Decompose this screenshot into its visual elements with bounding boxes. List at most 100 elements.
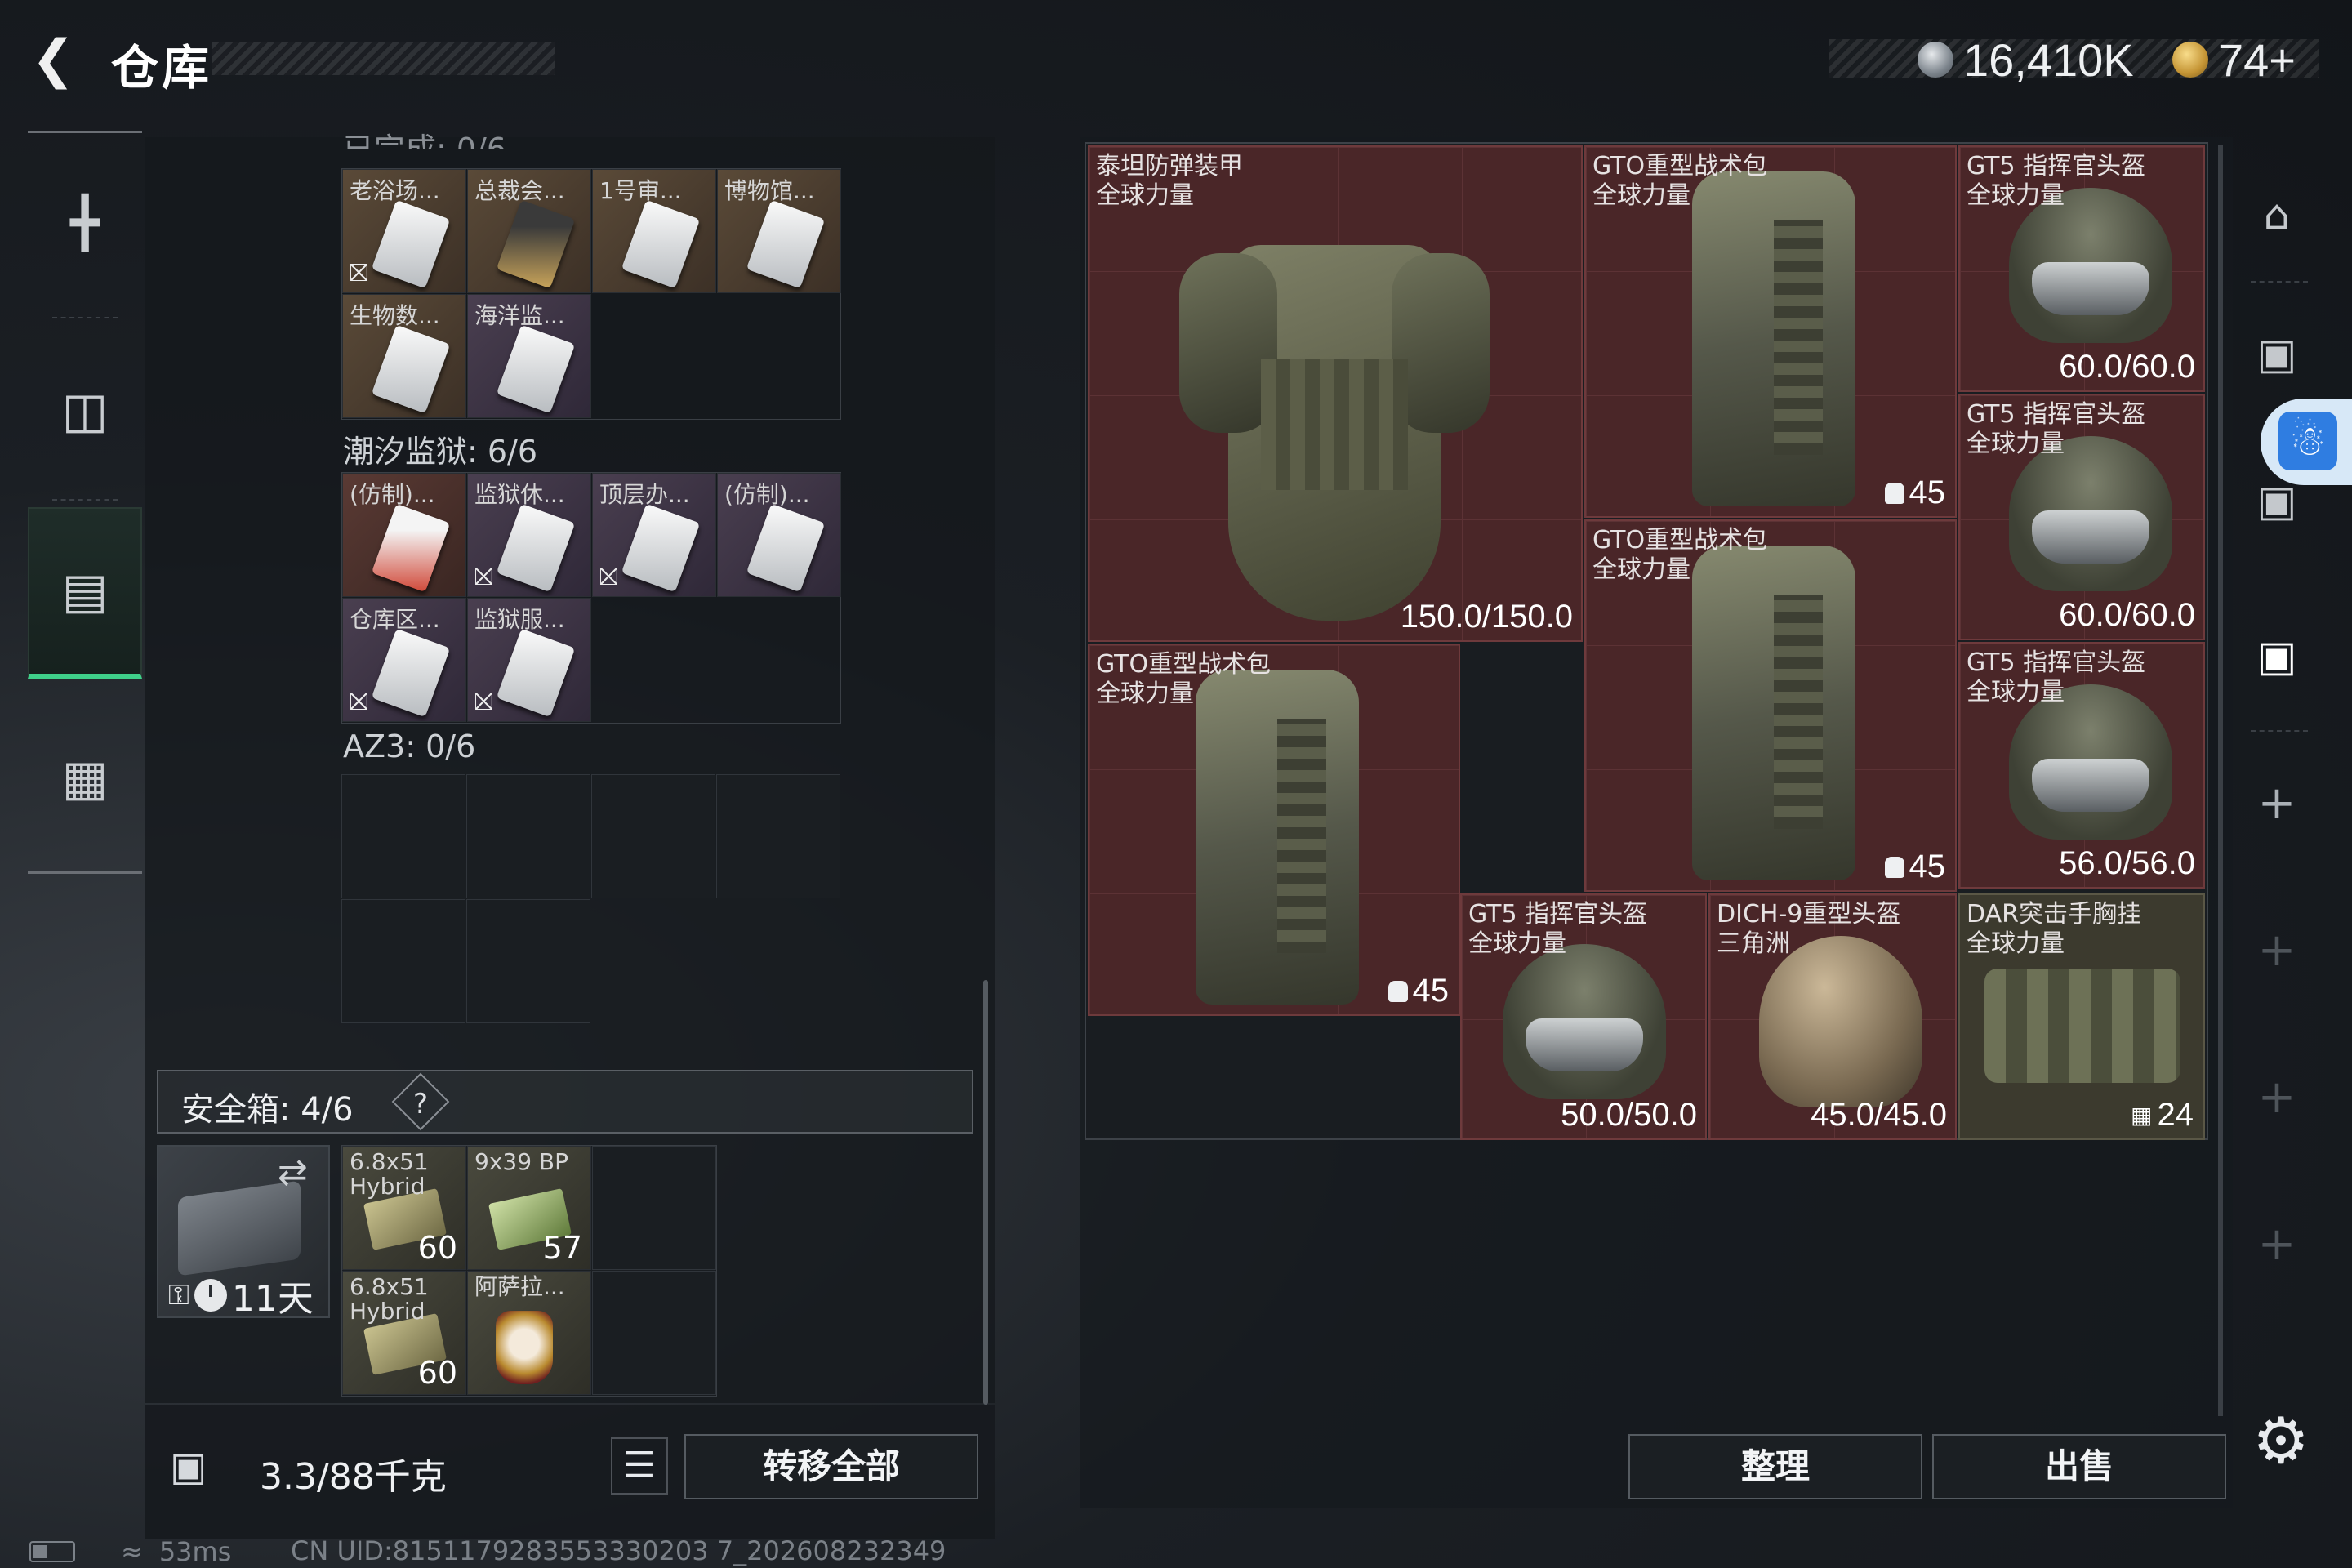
add-stash-button[interactable]: + <box>2236 1073 2318 1122</box>
keycard-item[interactable]: (仿制)... <box>717 473 841 597</box>
empty-slot[interactable] <box>591 774 715 898</box>
collection-grid-1: 老浴场... ⛝ 总裁会... 1号审... 博物馆... 生物数... 海洋监.… <box>341 168 841 420</box>
keycard-icon <box>371 199 451 289</box>
warehouse-icon: ⌂ <box>2263 191 2291 240</box>
keycard-icon <box>371 628 451 718</box>
ammo-item[interactable]: 6.8x51 Hybrid 60 <box>342 1271 466 1395</box>
item-label: 6.8x51 Hybrid <box>350 1148 429 1200</box>
stash-item-helmet[interactable]: GT5 指挥官头盔 全球力量 60.0/60.0 <box>1958 145 2205 392</box>
left-scrollbar[interactable] <box>983 980 988 1405</box>
stash-slot-icon: ▣ <box>2256 330 2297 379</box>
durability-value: 56.0/56.0 <box>2059 845 2195 881</box>
page-title: 仓库 <box>111 40 213 96</box>
accessibility-button[interactable]: ☃ <box>2261 399 2352 485</box>
sort-button[interactable]: 整理 <box>1628 1434 1922 1499</box>
add-stash-button[interactable]: + <box>2236 779 2318 828</box>
add-stash-button[interactable]: + <box>2236 926 2318 975</box>
backpack-icon: ◫ <box>61 382 109 439</box>
keycard-item[interactable]: 生物数... <box>342 294 466 418</box>
stash-tab-2[interactable]: ▣ <box>2236 322 2318 387</box>
keycard-item[interactable]: 海洋监... <box>467 294 591 418</box>
keycard-item[interactable]: 博物馆... <box>717 169 841 293</box>
no-insure-icon: ⛝ <box>599 563 618 591</box>
stash-item-helmet[interactable]: DICH-9重型头盔 三角洲 45.0/45.0 <box>1708 893 1957 1140</box>
keycard-icon <box>496 503 576 593</box>
item-label: 仓库区... <box>350 606 440 633</box>
keycard-item[interactable]: 老浴场... ⛝ <box>342 169 466 293</box>
weight-value: 3.3/88千克 <box>260 1456 447 1498</box>
ping-value: 53ms <box>158 1536 232 1567</box>
keycard-icon <box>621 503 701 593</box>
empty-slot[interactable] <box>592 1146 716 1270</box>
stash-item-chest-rig[interactable]: DAR突击手胸挂 全球力量 ▦ 24 <box>1958 893 2205 1140</box>
durability-value: 60.0/60.0 <box>2059 597 2195 633</box>
collectible-item[interactable]: 阿萨拉... <box>467 1271 591 1395</box>
collection-label-cut: 已完成: 0/6 <box>343 124 506 149</box>
keycard-item[interactable]: 仓库区... ⛝ <box>342 598 466 722</box>
sell-button[interactable]: 出售 <box>1932 1434 2226 1499</box>
plus-icon: + <box>2257 1218 2296 1271</box>
empty-slot[interactable] <box>466 899 590 1023</box>
empty-slot[interactable] <box>716 774 840 898</box>
ammo-item[interactable]: 9x39 BP 57 <box>467 1146 591 1270</box>
helmet-image <box>2009 684 2172 840</box>
user-uid: CN UID:8151179283553330203 7_20260823234… <box>291 1535 947 1566</box>
stash-item-backpack[interactable]: GTO重型战术包 全球力量 45 <box>1584 145 1957 518</box>
empty-slot[interactable] <box>341 774 466 898</box>
item-label: 监狱服... <box>474 606 565 633</box>
list-icon: ☰ <box>623 1445 656 1486</box>
prison-section-label: 潮汐监狱: 6/6 <box>343 434 538 470</box>
stash-tab-main[interactable]: ⌂ <box>2236 183 2318 248</box>
keycard-item[interactable]: 监狱休... ⛝ <box>467 473 591 597</box>
keycard-item[interactable]: 1号审... <box>592 169 716 293</box>
item-label: 生物数... <box>350 302 440 329</box>
teapot-image <box>496 1311 553 1384</box>
item-count: 60 <box>417 1355 457 1391</box>
help-icon[interactable]: ? <box>391 1072 450 1131</box>
keycard-icon <box>496 199 576 289</box>
empty-slot[interactable] <box>592 1271 716 1395</box>
secure-case-image <box>178 1180 301 1276</box>
stash-item-armor[interactable]: 泰坦防弹装甲 全球力量 150.0/150.0 <box>1088 145 1583 642</box>
keycard-item[interactable]: 总裁会... <box>467 169 591 293</box>
stash-item-helmet[interactable]: GT5 指挥官头盔 全球力量 60.0/60.0 <box>1958 394 2205 640</box>
help-glyph: ? <box>412 1087 429 1120</box>
capacity-value: 45 <box>1388 973 1449 1009</box>
stash-slot-icon: ▣ <box>2256 477 2297 526</box>
stash-item-helmet[interactable]: GT5 指挥官头盔 全球力量 50.0/50.0 <box>1460 893 1707 1140</box>
equipment-tab[interactable]: ◫ <box>28 329 142 492</box>
safe-box-slot[interactable]: ⇄ ⚿ 11天 <box>157 1145 330 1320</box>
stash-item-backpack[interactable]: GTO重型战术包 全球力量 45 <box>1088 644 1460 1016</box>
toolbox-tab[interactable]: ▦ <box>28 697 142 860</box>
storage-tab[interactable]: ▤ <box>28 507 142 679</box>
swap-icon[interactable]: ⇄ <box>278 1152 308 1193</box>
keycard-item[interactable]: 顶层办... ⛝ <box>592 473 716 597</box>
transfer-all-button[interactable]: 转移全部 <box>684 1434 978 1499</box>
safe-box-header: 安全箱: 4/6 ? <box>157 1070 973 1134</box>
ammo-item[interactable]: 6.8x51 Hybrid 60 <box>342 1146 466 1270</box>
bag-capacity-icon <box>1884 856 1904 878</box>
stash-tab-4[interactable]: ▣ <box>2236 624 2318 689</box>
stash-item-backpack[interactable]: GTO重型战术包 全球力量 45 <box>1584 519 1957 892</box>
stash-slot-icon: ▣ <box>2256 632 2297 681</box>
keycard-item[interactable]: 监狱服... ⛝ <box>467 598 591 722</box>
keycard-item[interactable]: (仿制)... <box>342 473 466 597</box>
currency-gold[interactable]: 74+ <box>2172 31 2296 88</box>
weapon-tab[interactable]: ╋ <box>28 141 142 305</box>
item-count: 60 <box>417 1230 457 1266</box>
durability-value: 150.0/150.0 <box>1400 599 1573 635</box>
accessibility-icon: ☃ <box>2278 412 2337 470</box>
add-stash-button[interactable]: + <box>2236 1220 2318 1269</box>
settings-gear-icon[interactable]: ⚙ <box>2244 1405 2318 1478</box>
stash-item-helmet[interactable]: GT5 指挥官头盔 全球力量 56.0/56.0 <box>1958 642 2205 889</box>
list-view-button[interactable]: ☰ <box>611 1437 668 1494</box>
item-label: (仿制)... <box>350 481 435 508</box>
item-name: DICH-9重型头盔 三角洲 <box>1717 900 1901 958</box>
silver-coin-icon <box>1918 42 1953 78</box>
back-arrow-icon[interactable]: ❮ <box>24 31 82 88</box>
keycard-icon <box>746 503 826 593</box>
currency-silver[interactable]: 16,410K <box>1918 31 2134 88</box>
empty-slot[interactable] <box>341 899 466 1023</box>
tab-divider <box>2251 730 2308 732</box>
empty-slot[interactable] <box>466 774 590 898</box>
